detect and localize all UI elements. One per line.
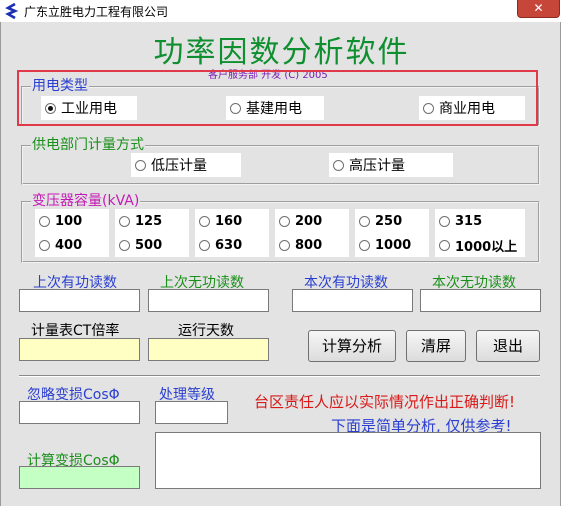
ct-ratio-label: 计量表CT倍率 [31,323,120,339]
radio-cap-1000[interactable]: 1000 [355,233,429,257]
clear-button[interactable]: 清屏 [406,330,466,362]
app-title: 功率因数分析软件 [153,35,410,70]
current-active-input[interactable] [292,289,413,312]
radio-icon [439,239,450,251]
radio-high-voltage-label: 高压计量 [349,158,405,174]
metering-label: 供电部门计量方式 [31,137,145,153]
radio-icon [199,215,210,227]
radio-cap-500[interactable]: 500 [115,233,189,257]
calculate-button[interactable]: 计算分析 [308,330,396,362]
radio-low-voltage[interactable]: 低压计量 [131,153,241,177]
radio-icon [119,215,130,227]
analysis-result-area[interactable] [155,432,541,489]
current-reactive-input[interactable] [420,289,541,312]
exit-button[interactable]: 退出 [476,330,540,362]
grade-output [155,401,228,424]
separator-line [19,375,540,377]
radio-icon [279,239,290,251]
radio-icon [119,239,130,251]
radio-commercial-label: 商业用电 [439,101,495,117]
radio-icon [135,159,146,171]
radio-cap-label: 250 [375,213,403,229]
radio-industrial-label: 工业用电 [61,101,117,117]
transformer-label: 变压器容量(kVA) [31,193,141,209]
radio-cap-label: 160 [215,213,243,229]
radio-cap-label: 315 [455,213,483,229]
ignore-loss-cos-output [19,401,140,424]
radio-cap-200[interactable]: 200 [275,209,349,233]
radio-checked-icon [45,102,56,114]
window-title: 广东立胜电力工程有限公司 [24,5,169,19]
radio-cap-250[interactable]: 250 [355,209,429,233]
radio-cap-label: 200 [295,213,323,229]
radio-cap-1000-plus[interactable]: 1000以上 [435,233,525,257]
main-panel: 功率因数分析软件 客户服务部 开发 (C) 2005 用电类型 工业用电 基建用… [0,22,561,506]
radio-icon [423,102,434,114]
radio-icon [359,239,370,251]
last-active-input[interactable] [19,289,140,312]
app-logo-icon [5,2,19,20]
radio-commercial[interactable]: 商业用电 [419,96,525,120]
radio-cap-label: 800 [295,237,323,253]
last-reactive-input[interactable] [148,289,269,312]
radio-cap-160[interactable]: 160 [195,209,269,233]
radio-icon [199,239,210,251]
warning-text: 台区责任人应以实际情况作出正确判断! [254,393,516,411]
radio-cap-label: 1000以上 [455,239,518,255]
radio-icon [39,239,50,251]
run-days-input[interactable] [148,338,269,361]
run-days-label: 运行天数 [178,323,234,339]
radio-cap-label: 125 [135,213,163,229]
radio-cap-label: 400 [55,237,83,253]
title-bar: 广东立胜电力工程有限公司 ✕ [0,0,561,22]
metering-group: 供电部门计量方式 [21,137,540,185]
radio-construction[interactable]: 基建用电 [226,96,324,120]
radio-cap-630[interactable]: 630 [195,233,269,257]
radio-icon [230,102,241,114]
close-button[interactable]: ✕ [517,0,560,18]
radio-cap-label: 100 [55,213,83,229]
radio-cap-800[interactable]: 800 [275,233,349,257]
radio-construction-label: 基建用电 [246,101,302,117]
radio-high-voltage[interactable]: 高压计量 [329,153,453,177]
radio-cap-label: 1000 [375,237,412,253]
radio-icon [359,215,370,227]
radio-cap-400[interactable]: 400 [35,233,109,257]
radio-cap-100[interactable]: 100 [35,209,109,233]
radio-cap-label: 500 [135,237,163,253]
radio-cap-label: 630 [215,237,243,253]
radio-icon [279,215,290,227]
radio-icon [39,215,50,227]
radio-cap-315[interactable]: 315 [435,209,525,233]
ct-ratio-input[interactable] [19,338,140,361]
calc-loss-cos-output [19,466,140,489]
radio-icon [439,215,450,227]
radio-cap-125[interactable]: 125 [115,209,189,233]
radio-icon [333,159,344,171]
radio-industrial[interactable]: 工业用电 [41,96,137,120]
radio-low-voltage-label: 低压计量 [151,158,207,174]
